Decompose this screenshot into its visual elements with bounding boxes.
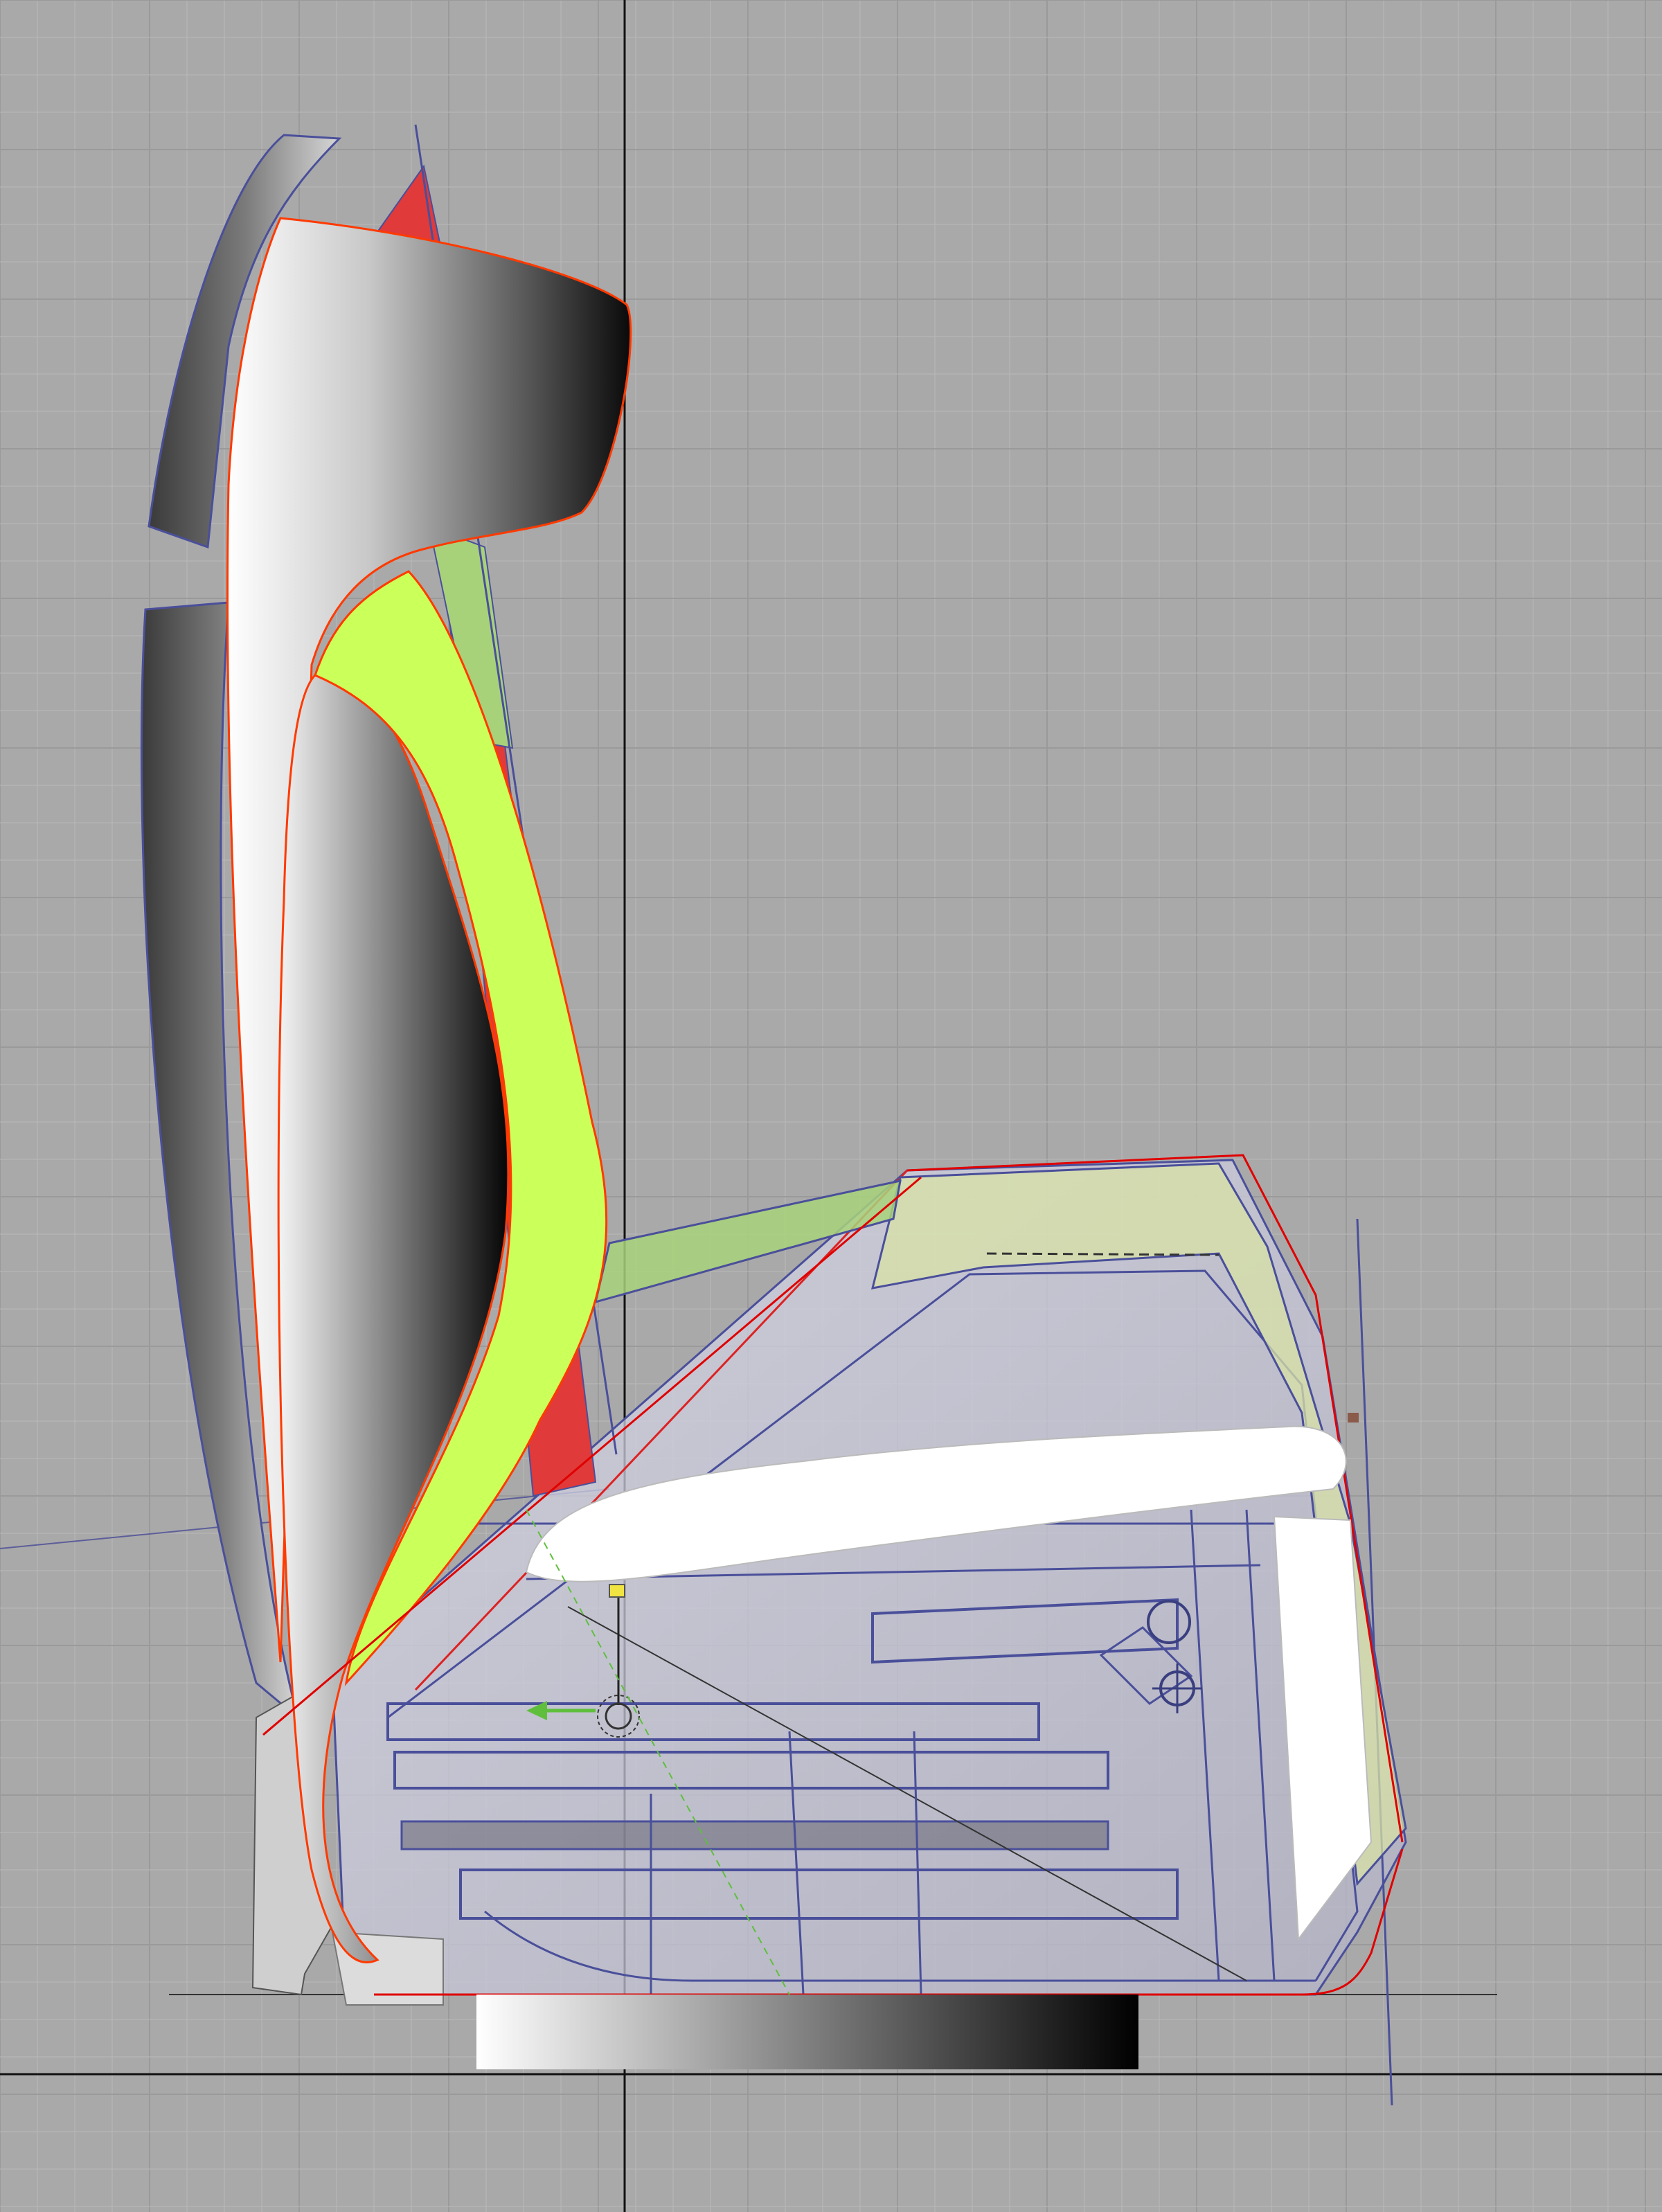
modeling-viewport[interactable] (0, 0, 1662, 2212)
red-side-panel-upper[interactable] (376, 164, 441, 244)
gradient-ramp-bar (476, 1995, 1138, 2069)
viewport-canvas[interactable] (0, 0, 1662, 2212)
